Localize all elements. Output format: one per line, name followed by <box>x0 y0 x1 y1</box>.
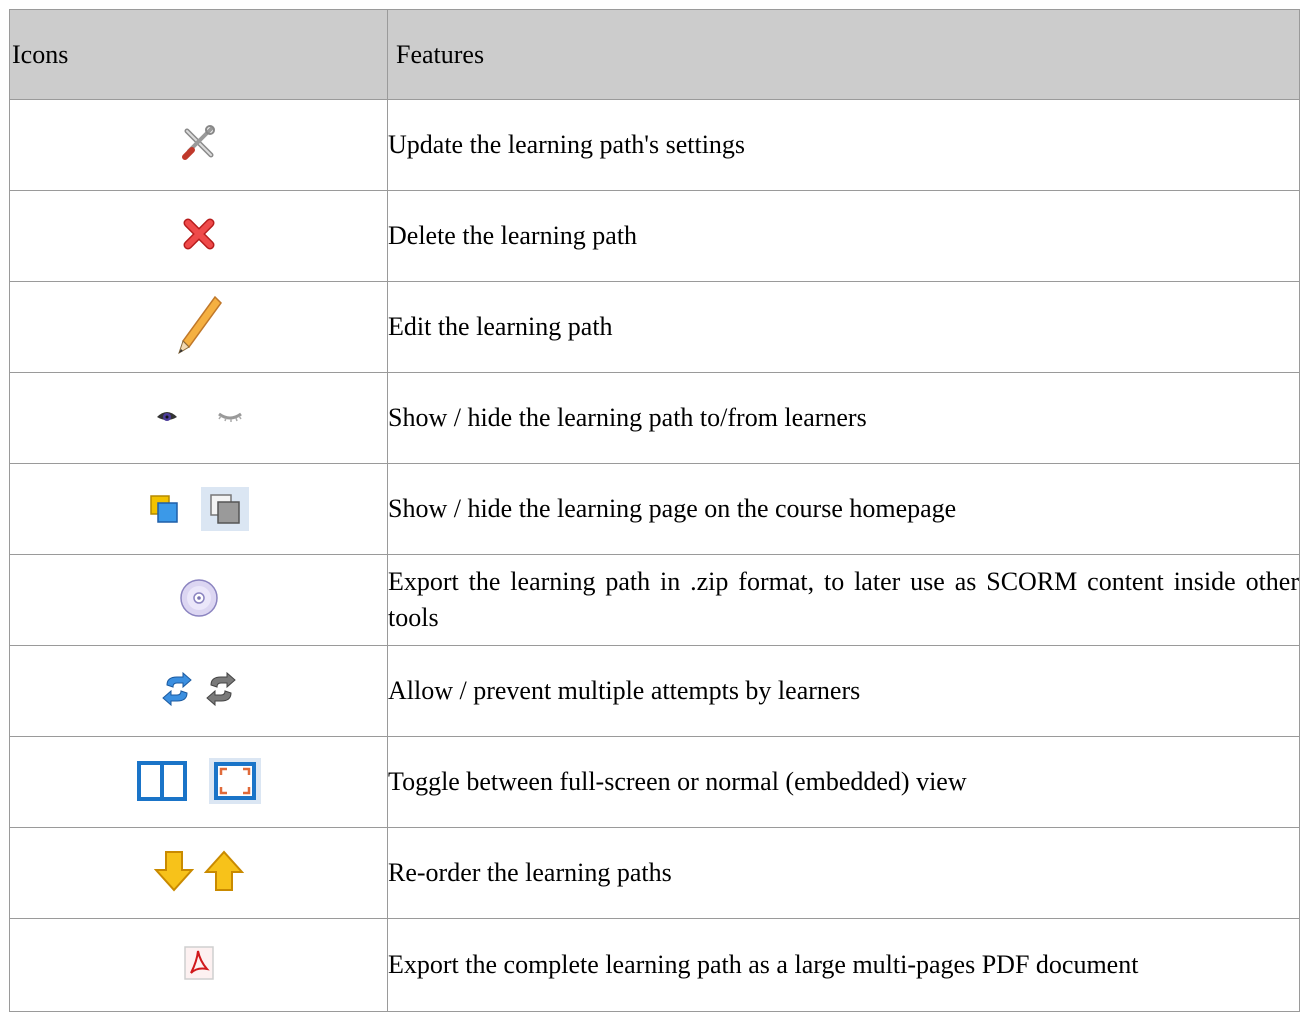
feature-text: Toggle between full-screen or normal (em… <box>387 736 1300 828</box>
reload-active-icon[interactable] <box>161 671 193 707</box>
feature-text: Show / hide the learning path to/from le… <box>387 372 1300 464</box>
pdf-icon[interactable] <box>183 945 215 981</box>
header-features: Features <box>387 9 1300 100</box>
fullscreen-view-icon[interactable] <box>208 758 261 804</box>
icon-cell <box>9 645 388 737</box>
icon-cell <box>9 281 388 373</box>
feature-text: Export the complete learning path as a l… <box>387 918 1300 1012</box>
feature-text: Edit the learning path <box>387 281 1300 373</box>
cd-export-icon[interactable] <box>179 578 219 618</box>
unshared-page-icon[interactable] <box>200 487 249 531</box>
header-icons: Icons <box>9 9 388 100</box>
table-row: Delete the learning path <box>9 190 1300 282</box>
visible-eye-icon[interactable] <box>156 409 178 423</box>
feature-text: Show / hide the learning page on the cou… <box>387 463 1300 555</box>
table-row: Show / hide the learning path to/from le… <box>9 372 1300 464</box>
features-table: Icons Features Update the learning path'… <box>9 9 1300 1012</box>
pencil-icon <box>175 293 223 357</box>
split-view-icon[interactable] <box>136 761 187 801</box>
reload-inactive-icon[interactable] <box>205 671 237 707</box>
feature-text: Export the learning path in .zip format,… <box>387 554 1300 646</box>
icon-cell <box>9 372 388 464</box>
icon-cell <box>9 827 388 919</box>
icon-cell <box>9 554 388 646</box>
table-row: Export the learning path in .zip format,… <box>9 554 1300 646</box>
table-row: Show / hide the learning page on the cou… <box>9 463 1300 555</box>
feature-text: Re-order the learning paths <box>387 827 1300 919</box>
table-row: Re-order the learning paths <box>9 827 1300 919</box>
invisible-eye-icon[interactable] <box>217 410 242 422</box>
feature-text: Delete the learning path <box>387 190 1300 282</box>
shared-page-icon[interactable] <box>149 494 179 524</box>
icon-cell <box>9 190 388 282</box>
tools-icon <box>181 124 217 161</box>
feature-text: Update the learning path's settings <box>387 99 1300 191</box>
feature-text: Allow / prevent multiple attempts by lea… <box>387 645 1300 737</box>
table-header-row: Icons Features <box>9 9 1300 100</box>
icon-cell <box>9 918 388 1012</box>
icon-cell <box>9 463 388 555</box>
arrow-up-icon[interactable] <box>203 850 244 892</box>
table-row: Allow / prevent multiple attempts by lea… <box>9 645 1300 737</box>
table-row: Export the complete learning path as a l… <box>9 918 1300 1012</box>
table-row: Update the learning path's settings <box>9 99 1300 191</box>
table-row: Toggle between full-screen or normal (em… <box>9 736 1300 828</box>
icon-cell <box>9 736 388 828</box>
delete-x-icon <box>182 217 216 251</box>
arrow-down-icon[interactable] <box>153 850 194 892</box>
icon-cell <box>9 99 388 191</box>
table-row: Edit the learning path <box>9 281 1300 373</box>
